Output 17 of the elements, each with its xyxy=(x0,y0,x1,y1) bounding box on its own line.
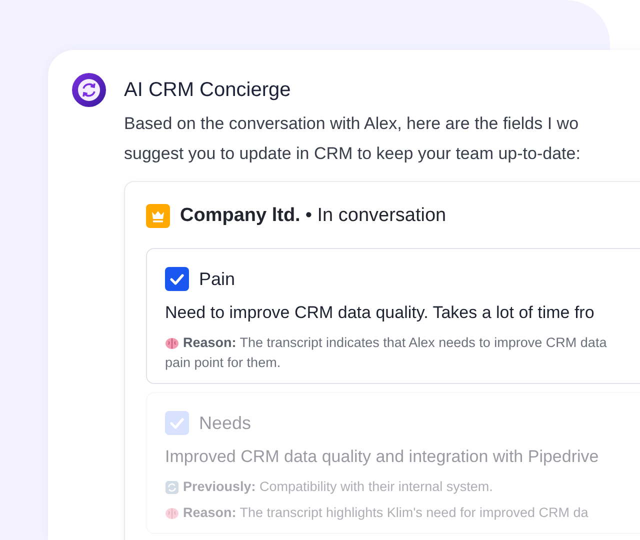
field-value: Need to improve CRM data quality. Takes a lot of time fro xyxy=(165,303,596,323)
note-text: Previously: Compatibility with their internal system. xyxy=(183,478,493,496)
field-label: Pain xyxy=(199,268,236,290)
note-text: pain point for them. xyxy=(165,354,281,372)
field-value: Improved CRM data quality and integration with Pipedrive xyxy=(165,447,600,467)
checkbox[interactable] xyxy=(165,267,189,291)
sync-icon xyxy=(72,73,106,107)
message-text: suggest you to update in CRM to keep your team up-to-date: xyxy=(124,143,582,165)
message-text: Based on the conversation with Alex, here are the fields I wo xyxy=(124,113,580,135)
note-text: Reason: The transcript highlights Klim's need for improved CRM da xyxy=(183,504,588,522)
field-label: Needs xyxy=(199,412,252,434)
crown-icon xyxy=(146,204,170,228)
refresh-icon xyxy=(165,480,179,494)
company-name: Company ltd. xyxy=(180,205,300,227)
assistant-name: AI CRM Concierge xyxy=(124,78,292,103)
note-text: Reason: The transcript indicates that Alex needs to improve CRM data xyxy=(183,334,607,352)
company-status: • In conversation xyxy=(305,205,446,227)
